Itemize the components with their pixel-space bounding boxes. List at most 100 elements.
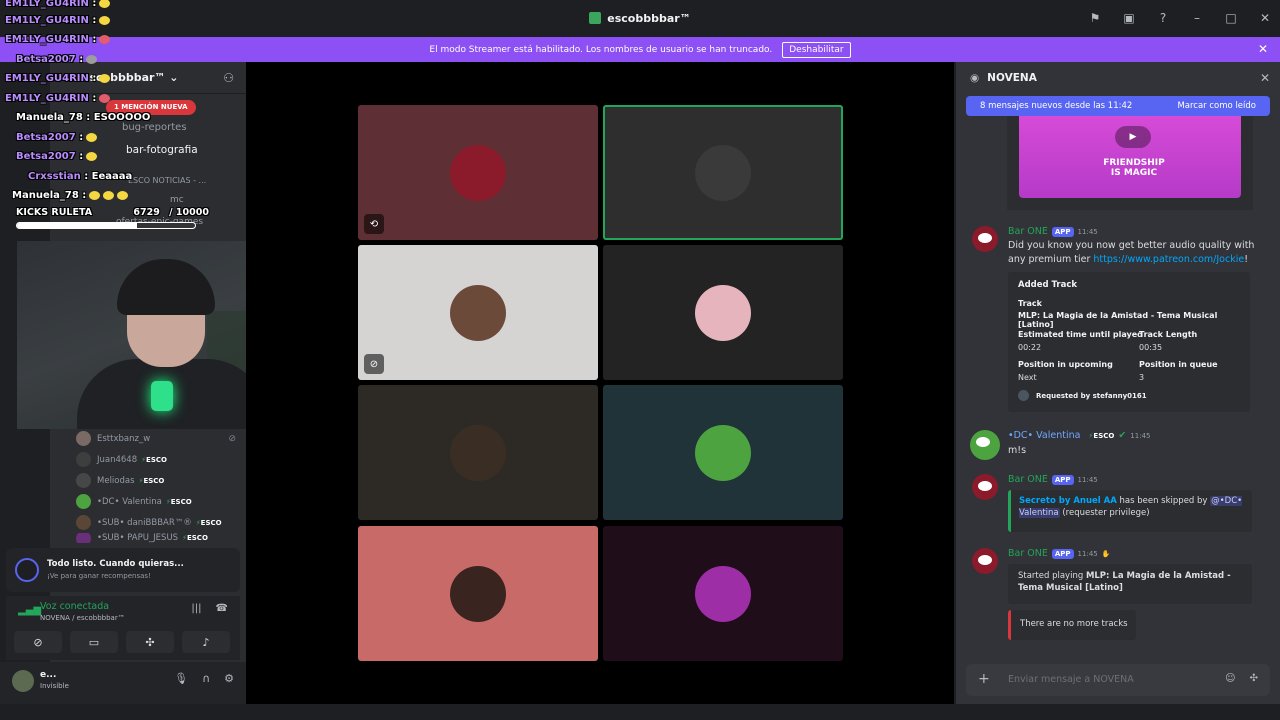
patreon-link[interactable]: https://www.patreon.com/Jockie (1093, 254, 1244, 265)
close-icon[interactable]: ✕ (1258, 11, 1272, 25)
channel-mc[interactable]: mc (170, 195, 184, 205)
ruleta-current: 6729 (133, 207, 160, 218)
role-badge: ⚡ESCO (165, 497, 192, 506)
window-title: escobbbbar™ (589, 12, 691, 25)
disconnect-icon[interactable]: ☎ (216, 603, 228, 614)
activities-button[interactable]: ✣ (126, 631, 174, 653)
minimize-icon[interactable]: – (1190, 11, 1204, 25)
message-header: Bar ONE APP 11:45 (1008, 474, 1098, 485)
avatar (76, 431, 91, 446)
voice-member[interactable]: Meliodas ⚡ESCO (76, 470, 246, 491)
banner-close-icon[interactable]: ✕ (1258, 42, 1268, 56)
now-playing-embed: Started playing MLP: La Magia de la Amis… (1008, 564, 1252, 604)
author-name[interactable]: Bar ONE (1008, 548, 1048, 559)
member-name: •DC• Valentina (97, 496, 162, 507)
avatar (76, 494, 91, 509)
participant-tile[interactable]: ⊘ (358, 245, 598, 380)
avatar (76, 533, 91, 543)
participant-tile[interactable] (603, 245, 843, 380)
message-composer[interactable]: + Enviar mensaje a NOVENA ☺ ✣ (966, 664, 1270, 696)
participant-tile[interactable] (603, 385, 843, 520)
author-name[interactable]: Bar ONE (1008, 226, 1048, 237)
voice-member[interactable]: •DC• Valentina ⚡ESCO (76, 491, 246, 512)
ruleta-total: / 10000 (169, 207, 209, 218)
chat-line: EM1LY_GU4RIN : (5, 15, 111, 26)
member-name: Juan4648 (97, 454, 138, 465)
chat-line: Manuela_78 : ESOOOOO (16, 112, 150, 123)
member-name: Esttxbanz_w (97, 433, 151, 444)
close-icon[interactable]: ✕ (1260, 71, 1270, 85)
participant-tile[interactable] (603, 105, 843, 240)
chat-text: : (82, 190, 87, 201)
avatar[interactable] (972, 474, 998, 500)
chat-channel-name: NOVENA (987, 72, 1037, 84)
voice-stage: ⟲ ⊘ (246, 62, 954, 704)
disable-streamer-button[interactable]: Deshabilitar (782, 41, 851, 58)
add-attachment-icon[interactable]: + (978, 671, 990, 687)
ruleta-progress-bar (16, 222, 196, 229)
camera-off-button[interactable]: ⊘ (14, 631, 62, 653)
timestamp: 11:45 (1130, 431, 1151, 440)
settings-gear-icon[interactable]: ⚙ (224, 672, 234, 685)
new-messages-bar[interactable]: 8 mensajes nuevos desde las 11:42 Marcar… (966, 96, 1270, 116)
channel-label: bug-reportes (122, 122, 187, 133)
participant-tile[interactable] (358, 385, 598, 520)
author-name[interactable]: •DC• Valentina (1008, 430, 1080, 441)
timestamp: 11:45 (1077, 227, 1098, 236)
flag-icon[interactable]: ⚑ (1088, 11, 1102, 25)
participant-tile[interactable]: ⟲ (358, 105, 598, 240)
avatar[interactable] (972, 548, 998, 574)
category-esco-noticias[interactable]: ESCO NOTICIAS - ... (128, 176, 206, 185)
app-icon (589, 12, 602, 24)
mark-as-read-button[interactable]: Marcar como leído (1177, 101, 1256, 111)
voice-member-list: Esttxbanz_w ⊘ Juan4648 ⚡ESCO Meliodas ⚡E… (76, 428, 246, 543)
chat-line: Betsa2007 : (16, 132, 98, 143)
voice-member[interactable]: •SUB• PAPU_JESUS ⚡ESCO (76, 533, 246, 543)
help-icon[interactable]: ? (1156, 11, 1170, 25)
voice-member[interactable]: Esttxbanz_w ⊘ (76, 428, 246, 449)
emote-icon (99, 93, 111, 103)
field-value: MLP: La Magia de la Amistad - Tema Music… (1018, 311, 1218, 329)
invite-icon[interactable]: ⚇ (223, 71, 234, 85)
avatar[interactable] (972, 226, 998, 252)
participant-tile[interactable] (603, 526, 843, 661)
avatar[interactable] (12, 670, 34, 692)
voice-member[interactable]: Juan4648 ⚡ESCO (76, 449, 246, 470)
inbox-icon[interactable]: ▣ (1122, 11, 1136, 25)
app-tag: APP (1051, 226, 1074, 237)
chevron-down-icon: ⌄ (165, 71, 179, 84)
soundboard-button[interactable]: ♪ (182, 631, 230, 653)
maximize-icon[interactable]: □ (1224, 11, 1238, 25)
headphones-icon[interactable]: ∩ (202, 672, 210, 685)
chat-user: Manuela_78 (16, 112, 83, 123)
channel-bug-reportes[interactable]: bug-reportes (122, 122, 187, 133)
author-name[interactable]: Bar ONE (1008, 474, 1048, 485)
apps-icon[interactable]: ✣ (1250, 673, 1258, 684)
field-value: 3 (1139, 373, 1145, 382)
activity-card[interactable]: Todo listo. Cuando quieras... ¡Ve para g… (6, 548, 240, 592)
badge-text: ESCO (186, 534, 208, 542)
role-badge: ⚡ESCO (1088, 431, 1115, 440)
skipped-track-link[interactable]: Secreto by Anuel AA (1019, 496, 1117, 506)
participant-tile[interactable] (358, 526, 598, 661)
voice-member[interactable]: •SUB• daniBBBAR™® ⚡ESCO (76, 512, 246, 533)
voice-location[interactable]: NOVENA / escobbbbar™ (40, 614, 125, 622)
embed-thumbnail[interactable]: ▶ FRIENDSHIP IS MAGIC (1019, 116, 1241, 198)
microphone-icon[interactable]: 🎙 (174, 672, 188, 685)
avatar[interactable] (970, 430, 1000, 460)
message-link-suffix: ! (1244, 254, 1249, 265)
user-status: Invisible (40, 682, 69, 690)
noise-suppression-icon[interactable]: ||| (191, 603, 201, 614)
message-text: m!s (1008, 445, 1027, 456)
badge-text: ESCO (200, 518, 222, 527)
composer-placeholder[interactable]: Enviar mensaje a NOVENA (1008, 674, 1134, 685)
skipped-embed: Secreto by Anuel AA has been skipped by … (1008, 490, 1252, 532)
username[interactable]: e... (40, 670, 56, 680)
channel-bar-fotografia[interactable]: bar-fotografia (126, 144, 198, 156)
ruleta-label: KICKS RULETA (16, 207, 93, 218)
avatar (76, 473, 91, 488)
emoji-icon[interactable]: ☺ (1225, 673, 1235, 684)
streamer-beanie (117, 259, 215, 315)
screen-share-button[interactable]: ▭ (70, 631, 118, 653)
voice-status[interactable]: Voz conectada (40, 601, 109, 612)
